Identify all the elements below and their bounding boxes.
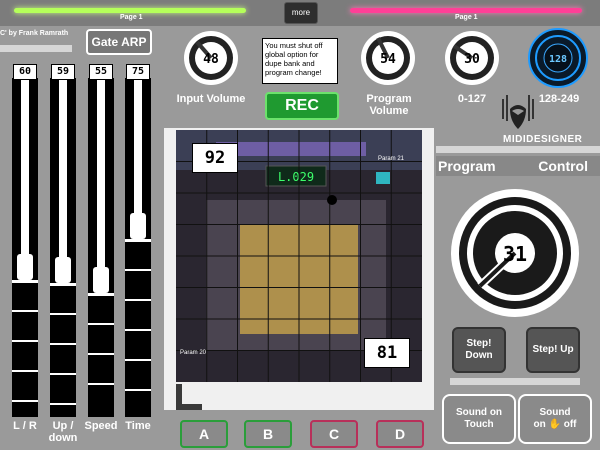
fader-handle[interactable]	[17, 254, 33, 280]
fader-label: L / R	[13, 420, 37, 432]
right-bottom-divider	[450, 378, 580, 385]
input-volume-knob[interactable]: 48	[183, 30, 239, 86]
fader-3[interactable]	[125, 78, 151, 417]
step-up-button[interactable]: Step! Up	[526, 327, 580, 373]
more-button[interactable]: more	[284, 2, 318, 24]
right-page-label: Page 1	[455, 14, 478, 21]
pad-button-c[interactable]: C	[310, 420, 358, 448]
gate-arp-button[interactable]: Gate ARP	[86, 29, 152, 55]
cable-icon	[176, 384, 202, 410]
program-volume-label: Program Volume	[366, 93, 412, 117]
program-volume-knob[interactable]: 54	[360, 30, 416, 86]
device-screen: L.029	[278, 170, 314, 184]
input-volume-value: 48	[203, 52, 219, 67]
pad-button-b[interactable]: B	[244, 420, 292, 448]
fader-1[interactable]	[50, 78, 76, 417]
param-y-label: Param 20	[180, 350, 207, 356]
control-label: Control	[538, 158, 588, 174]
program-volume-value: 54	[380, 52, 396, 67]
input-volume-label: Input Volume	[176, 93, 246, 105]
range-b-value: 128	[549, 54, 567, 65]
range-a-label: 0-127	[457, 93, 487, 105]
param-x-label: Param 21	[378, 156, 405, 162]
program-label: Program	[438, 158, 496, 174]
fader-value: 59	[51, 64, 75, 80]
page-indicator-left[interactable]	[14, 8, 246, 13]
program-knob[interactable]: 31	[450, 188, 580, 318]
fader-0[interactable]	[12, 78, 38, 417]
sound-on-off-button[interactable]: Sound on ✋ off	[518, 394, 592, 444]
logo-text: MIDIDESIGNER	[503, 134, 583, 145]
range-a-value: 30	[464, 52, 480, 67]
xy-top-value: 92	[192, 143, 238, 173]
author-label: C' by Frank Ramrath	[0, 30, 69, 37]
mididesigner-logo-icon	[502, 95, 534, 129]
xy-bottom-value: 81	[364, 338, 410, 368]
fader-label: Time	[125, 420, 151, 432]
sound-on-touch-button[interactable]: Sound on Touch	[442, 394, 516, 444]
right-divider	[436, 146, 600, 153]
program-control-header: Program Control	[436, 156, 600, 176]
step-down-button[interactable]: Step! Down	[452, 327, 506, 373]
rec-button[interactable]: REC	[265, 92, 339, 120]
fader-value: 75	[126, 64, 150, 80]
left-page-label: Page 1	[120, 14, 143, 21]
program-value: 31	[503, 242, 527, 266]
page-indicator-right[interactable]	[350, 8, 582, 13]
notice-text: You must shut off global option for dupe…	[262, 38, 338, 84]
fader-handle[interactable]	[55, 257, 71, 283]
fader-label: Up / down	[48, 420, 78, 444]
fader-value: 55	[89, 64, 113, 80]
fader-label: Speed	[84, 420, 118, 432]
pad-button-a[interactable]: A	[180, 420, 228, 448]
pad-button-d[interactable]: D	[376, 420, 424, 448]
left-divider	[0, 45, 72, 52]
fader-handle[interactable]	[130, 213, 146, 239]
fader-value: 60	[13, 64, 37, 80]
fader-2[interactable]	[88, 78, 114, 417]
range-b-knob[interactable]: 128	[528, 28, 588, 88]
range-a-knob[interactable]: 30	[444, 30, 500, 86]
fader-handle[interactable]	[93, 267, 109, 293]
